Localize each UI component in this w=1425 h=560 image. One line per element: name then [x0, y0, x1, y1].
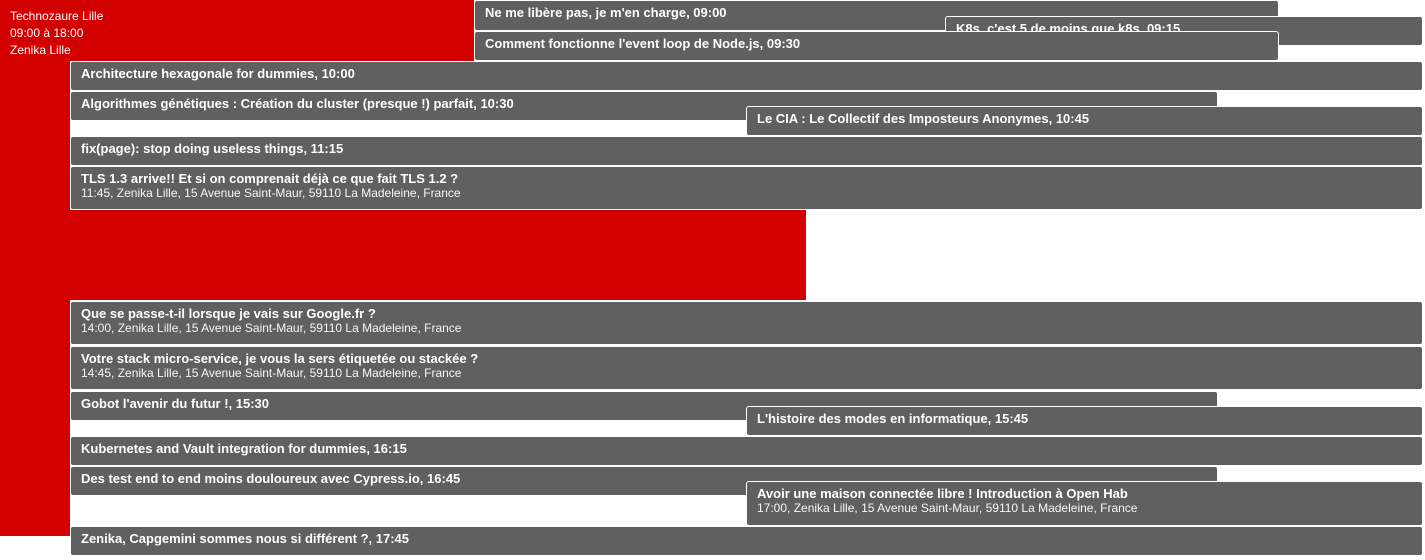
session-title: Que se passe-t-il lorsque je vais sur Go… — [81, 306, 376, 321]
session-title: Le CIA : Le Collectif des Imposteurs Ano… — [757, 111, 1090, 126]
timeline-canvas: Technozaure Lille 09:00 à 18:00 Zenika L… — [0, 0, 1425, 560]
session-title: fix(page): stop doing useless things, 11… — [81, 141, 344, 156]
session-title: Votre stack micro-service, je vous la se… — [81, 351, 479, 366]
session-card[interactable]: Le CIA : Le Collectif des Imposteurs Ano… — [746, 106, 1423, 136]
session-location: 14:45, Zenika Lille, 15 Avenue Saint-Mau… — [81, 366, 462, 380]
conference-name: Technozaure Lille — [10, 9, 104, 23]
session-card[interactable]: TLS 1.3 arrive!! Et si on comprenait déj… — [70, 166, 1423, 210]
session-title: L'histoire des modes en informatique, 15… — [757, 411, 1029, 426]
conference-hours: 09:00 à 18:00 — [10, 26, 84, 40]
conference-header: Technozaure Lille 09:00 à 18:00 Zenika L… — [0, 0, 474, 61]
session-title: Zenika, Capgemini sommes nous si différe… — [81, 531, 409, 546]
session-title: Architecture hexagonale for dummies, 10:… — [81, 66, 355, 81]
session-title: TLS 1.3 arrive!! Et si on comprenait déj… — [81, 171, 459, 186]
session-card[interactable]: Comment fonctionne l'event loop de Node.… — [474, 31, 1279, 61]
session-card[interactable]: Architecture hexagonale for dummies, 10:… — [70, 61, 1423, 91]
session-card[interactable]: Que se passe-t-il lorsque je vais sur Go… — [70, 301, 1423, 345]
conference-place: Zenika Lille — [10, 43, 71, 57]
session-card[interactable]: fix(page): stop doing useless things, 11… — [70, 136, 1423, 166]
session-location: 17:00, Zenika Lille, 15 Avenue Saint-Mau… — [757, 501, 1138, 515]
session-title: Comment fonctionne l'event loop de Node.… — [485, 36, 801, 51]
session-card[interactable]: Zenika, Capgemini sommes nous si différe… — [70, 526, 1423, 556]
session-location: 14:00, Zenika Lille, 15 Avenue Saint-Mau… — [81, 321, 462, 335]
session-card[interactable]: Kubernetes and Vault integration for dum… — [70, 436, 1423, 466]
session-location: 11:45, Zenika Lille, 15 Avenue Saint-Mau… — [81, 186, 461, 200]
session-title: Avoir une maison connectée libre ! Intro… — [757, 486, 1128, 501]
session-title: Kubernetes and Vault integration for dum… — [81, 441, 407, 456]
session-card[interactable]: L'histoire des modes en informatique, 15… — [746, 406, 1423, 436]
session-card[interactable]: Avoir une maison connectée libre ! Intro… — [746, 481, 1423, 526]
lunch-break-block — [0, 210, 806, 300]
session-card[interactable]: Votre stack micro-service, je vous la se… — [70, 346, 1423, 390]
